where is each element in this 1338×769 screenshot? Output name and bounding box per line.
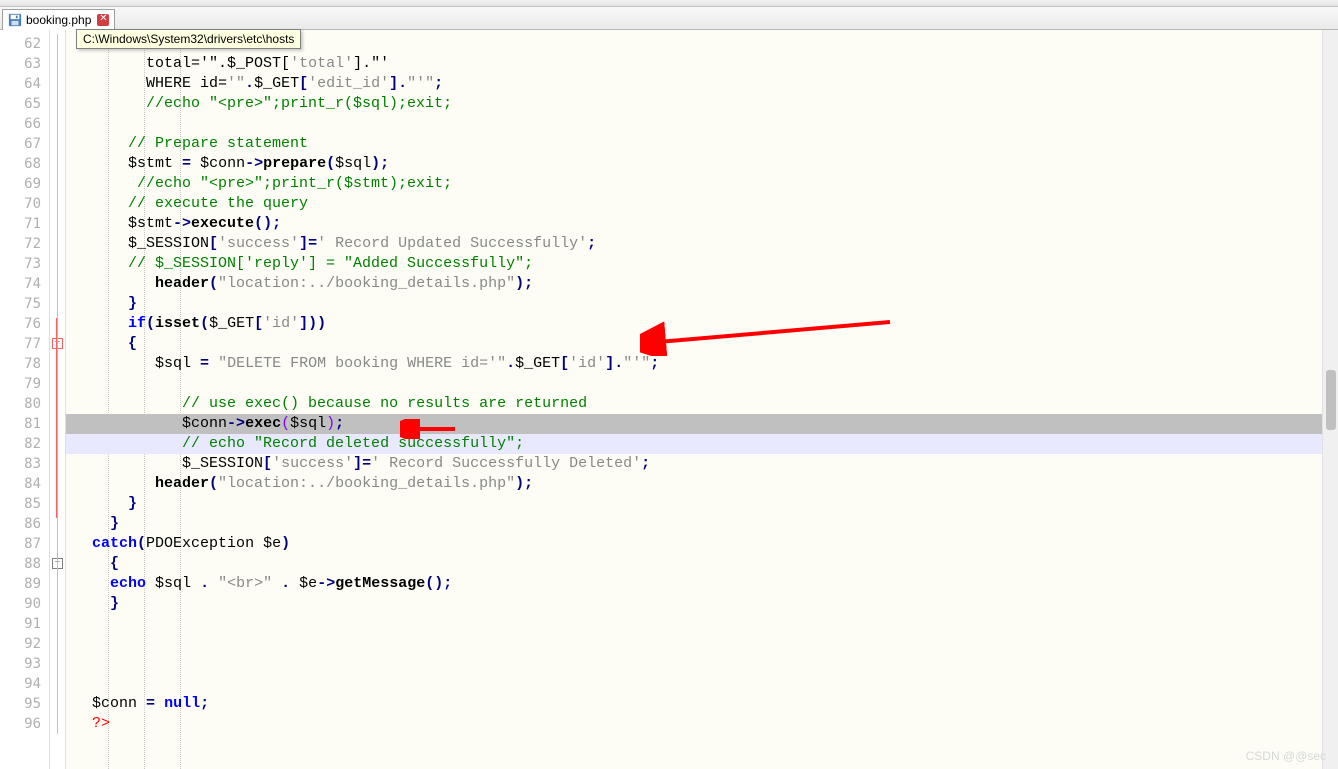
file-tab-active[interactable]: booking.php ✕: [2, 9, 115, 30]
code-editor[interactable]: 6263646566676869707172737475767778798081…: [0, 30, 1338, 769]
line-number: 66: [0, 114, 49, 134]
line-number: 86: [0, 514, 49, 534]
code-line[interactable]: if(isset($_GET['id'])): [66, 314, 1338, 334]
save-icon: [8, 13, 22, 27]
code-line[interactable]: header("location:../booking_details.php"…: [66, 274, 1338, 294]
line-number: 91: [0, 614, 49, 634]
line-number: 65: [0, 94, 49, 114]
tab-bar: booking.php ✕: [0, 7, 1338, 30]
line-number: 87: [0, 534, 49, 554]
line-number: 80: [0, 394, 49, 414]
fold-guide: [57, 34, 58, 734]
line-number: 82: [0, 434, 49, 454]
line-number: 75: [0, 294, 49, 314]
code-line[interactable]: [66, 654, 1338, 674]
line-number: 74: [0, 274, 49, 294]
code-line[interactable]: // Prepare statement: [66, 134, 1338, 154]
code-line[interactable]: //echo "<pre>";print_r($sql);exit;: [66, 94, 1338, 114]
code-line[interactable]: // execute the query: [66, 194, 1338, 214]
code-line[interactable]: $stmt = $conn->prepare($sql);: [66, 154, 1338, 174]
line-number: 78: [0, 354, 49, 374]
code-line[interactable]: {: [66, 554, 1338, 574]
code-line[interactable]: $sql = "DELETE FROM booking WHERE id='".…: [66, 354, 1338, 374]
code-line[interactable]: $stmt->execute();: [66, 214, 1338, 234]
code-line[interactable]: $conn->exec($sql);: [66, 414, 1338, 434]
line-number: 77: [0, 334, 49, 354]
code-line[interactable]: }: [66, 294, 1338, 314]
line-number: 68: [0, 154, 49, 174]
watermark: CSDN @@sec: [1246, 749, 1326, 763]
code-line[interactable]: $conn = null;: [66, 694, 1338, 714]
line-number: 96: [0, 714, 49, 734]
scrollbar-thumb[interactable]: [1326, 370, 1336, 430]
code-line[interactable]: // echo "Record deleted successfully";: [66, 434, 1338, 454]
code-line[interactable]: catch(PDOException $e): [66, 534, 1338, 554]
line-number: 85: [0, 494, 49, 514]
code-line[interactable]: }: [66, 594, 1338, 614]
fold-gutter: −−: [50, 30, 66, 769]
code-line[interactable]: echo $sql . "<br>" . $e->getMessage();: [66, 574, 1338, 594]
vertical-scrollbar[interactable]: [1322, 30, 1338, 769]
code-line[interactable]: header("location:../booking_details.php"…: [66, 474, 1338, 494]
code-line[interactable]: //echo "<pre>";print_r($stmt);exit;: [66, 174, 1338, 194]
code-line[interactable]: // use exec() because no results are ret…: [66, 394, 1338, 414]
code-line[interactable]: [66, 614, 1338, 634]
line-number: 83: [0, 454, 49, 474]
code-line[interactable]: $_SESSION['success']=' Record Updated Su…: [66, 234, 1338, 254]
line-number: 73: [0, 254, 49, 274]
line-number: 67: [0, 134, 49, 154]
line-number: 89: [0, 574, 49, 594]
close-tab-icon[interactable]: ✕: [97, 14, 109, 26]
line-number: 94: [0, 674, 49, 694]
line-number: 84: [0, 474, 49, 494]
code-line[interactable]: [66, 114, 1338, 134]
code-line[interactable]: total='".$_POST['total']."': [66, 54, 1338, 74]
line-number: 92: [0, 634, 49, 654]
line-number-gutter: 6263646566676869707172737475767778798081…: [0, 30, 50, 769]
code-line[interactable]: {: [66, 334, 1338, 354]
line-number: 76: [0, 314, 49, 334]
line-number: 81: [0, 414, 49, 434]
line-number: 62: [0, 34, 49, 54]
code-line[interactable]: [66, 374, 1338, 394]
code-line[interactable]: $_SESSION['success']=' Record Successful…: [66, 454, 1338, 474]
line-number: 88: [0, 554, 49, 574]
line-number: 64: [0, 74, 49, 94]
code-line[interactable]: [66, 674, 1338, 694]
code-line[interactable]: WHERE id='".$_GET['edit_id']."'";: [66, 74, 1338, 94]
code-line[interactable]: }: [66, 494, 1338, 514]
code-area[interactable]: total='".$_POST['total']."' WHERE id='".…: [66, 30, 1338, 769]
line-number: 90: [0, 594, 49, 614]
line-number: 79: [0, 374, 49, 394]
toolbar-strip: [0, 0, 1338, 7]
path-tooltip: C:\Windows\System32\drivers\etc\hosts: [76, 29, 301, 49]
line-number: 71: [0, 214, 49, 234]
line-number: 63: [0, 54, 49, 74]
line-number: 69: [0, 174, 49, 194]
code-line[interactable]: // $_SESSION['reply'] = "Added Successfu…: [66, 254, 1338, 274]
code-line[interactable]: ?>: [66, 714, 1338, 734]
code-line[interactable]: [66, 634, 1338, 654]
tab-filename: booking.php: [26, 13, 91, 27]
line-number: 70: [0, 194, 49, 214]
line-number: 72: [0, 234, 49, 254]
line-number: 93: [0, 654, 49, 674]
line-number: 95: [0, 694, 49, 714]
code-line[interactable]: }: [66, 514, 1338, 534]
